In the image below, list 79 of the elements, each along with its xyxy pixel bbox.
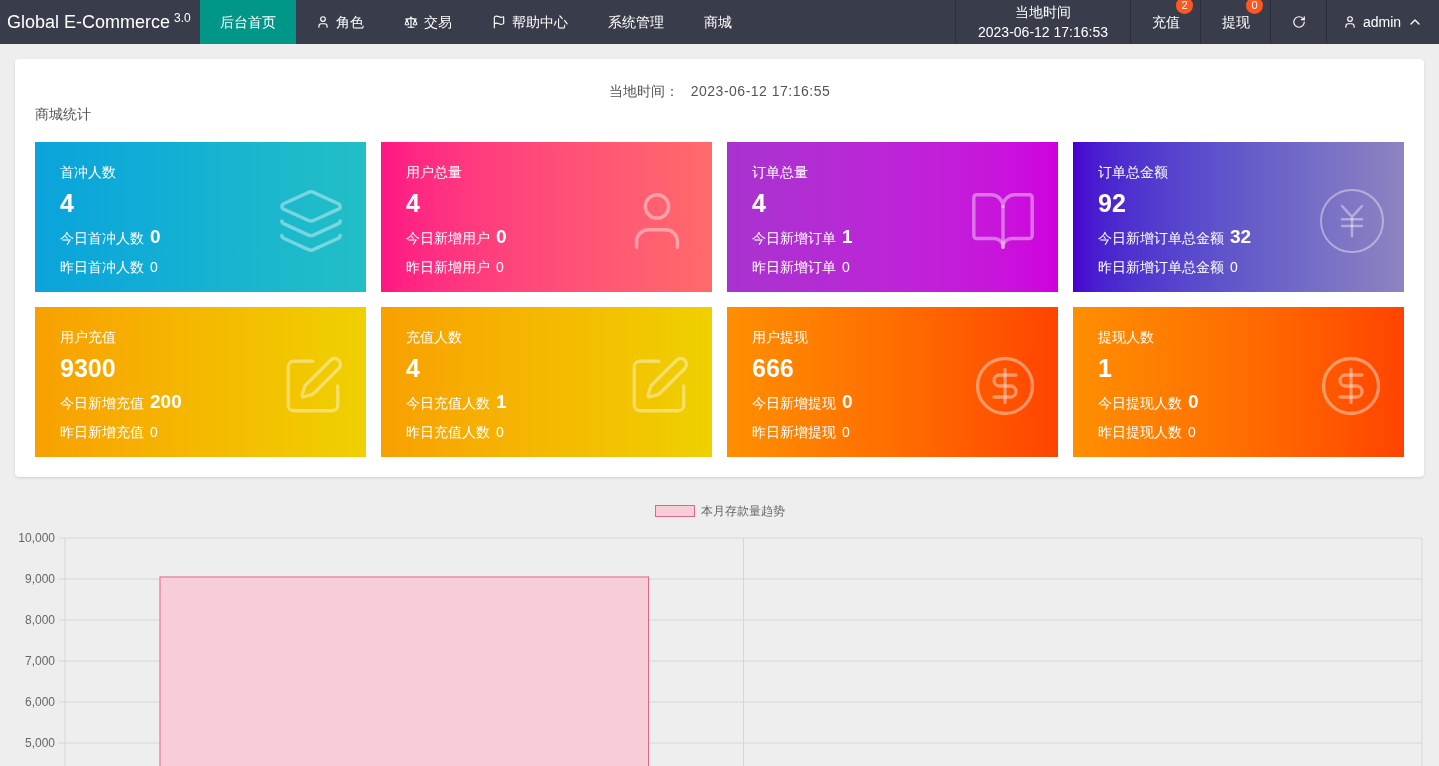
legend-label: 本月存款量趋势 — [700, 503, 785, 520]
yesterday-value: 0 — [1230, 257, 1238, 277]
yesterday-label: 昨日新增订单总金额 — [1098, 257, 1224, 277]
header-action[interactable]: 充值 2 — [1130, 0, 1200, 44]
yesterday-label: 昨日提现人数 — [1098, 422, 1182, 442]
y-axis-label: 6,000 — [24, 695, 55, 709]
today-value: 0 — [1188, 390, 1199, 414]
today-label: 今日新增订单 — [752, 229, 836, 248]
card-value: 4 — [406, 353, 421, 384]
yesterday-label: 昨日首冲人数 — [60, 257, 144, 277]
today-value: 0 — [496, 225, 507, 249]
today-value: 1 — [496, 390, 507, 414]
y-axis-label: 10,000 — [18, 531, 55, 545]
yesterday-label: 昨日新增充值 — [60, 422, 144, 442]
card-value: 4 — [752, 188, 767, 219]
header-action[interactable]: 提现 0 — [1200, 0, 1270, 44]
yesterday-label: 昨日新增提现 — [752, 422, 836, 442]
yesterday-value: 0 — [1188, 422, 1196, 442]
y-axis-label: 7,000 — [24, 654, 55, 668]
y-axis-label: 8,000 — [24, 613, 55, 627]
yesterday-value: 0 — [842, 257, 850, 277]
yesterday-value: 0 — [150, 422, 158, 442]
nav-tab[interactable]: 商城 — [684, 0, 752, 44]
card-title: 用户提现 — [752, 328, 809, 347]
today-value: 0 — [842, 390, 853, 414]
nav-tab[interactable]: 角色 — [296, 0, 384, 44]
yesterday-value: 0 — [496, 257, 504, 277]
flag-icon — [492, 15, 506, 29]
card-value: 92 — [1098, 188, 1127, 219]
scale-icon — [404, 15, 418, 29]
card-title: 订单总量 — [752, 163, 809, 182]
card-title: 充值人数 — [406, 328, 463, 347]
y-axis-label: 9,000 — [24, 572, 55, 586]
nav-tab[interactable]: 系统管理 — [588, 0, 684, 44]
yesterday-value: 0 — [842, 422, 850, 442]
card-value: 666 — [752, 353, 795, 384]
clock-time: 2023-06-12 17:16:53 — [978, 23, 1108, 42]
count-badge: 2 — [1176, 0, 1193, 14]
card-value: 4 — [60, 188, 75, 219]
card-title: 提现人数 — [1098, 328, 1155, 347]
section-title: 商城统计 — [35, 105, 92, 124]
card-value: 9300 — [60, 353, 117, 384]
today-label: 今日新增用户 — [406, 229, 490, 248]
today-value: 0 — [150, 225, 161, 249]
nav-tab[interactable]: 帮助中心 — [472, 0, 588, 44]
card-value: 4 — [406, 188, 421, 219]
yesterday-value: 0 — [496, 422, 504, 442]
count-badge: 0 — [1246, 0, 1263, 14]
y-axis-label: 5,000 — [24, 736, 55, 750]
card-title: 用户充值 — [60, 328, 117, 347]
yesterday-label: 昨日新增用户 — [406, 257, 490, 277]
today-value: 200 — [150, 390, 182, 414]
user-menu[interactable]: admin — [1326, 0, 1439, 44]
yesterday-label: 昨日新增订单 — [752, 257, 836, 277]
today-label: 今日新增充值 — [60, 394, 144, 413]
user-icon — [1342, 15, 1357, 29]
today-label: 今日首冲人数 — [60, 229, 144, 248]
refresh-icon — [1291, 15, 1306, 29]
local-time-label: 当地时间： — [608, 82, 679, 101]
today-label: 今日新增订单总金额 — [1098, 229, 1224, 248]
local-time: 2023-06-12 17:16:55 — [690, 82, 831, 101]
clock-label: 当地时间 — [1015, 3, 1071, 22]
today-label: 今日充值人数 — [406, 394, 490, 413]
card-title: 首冲人数 — [60, 163, 117, 182]
yen-icon — [1320, 189, 1384, 253]
yesterday-label: 昨日充值人数 — [406, 422, 490, 442]
today-label: 今日新增提现 — [752, 394, 836, 413]
nav-tab[interactable]: 交易 — [384, 0, 472, 44]
today-value: 32 — [1230, 225, 1252, 249]
card-title: 用户总量 — [406, 163, 463, 182]
card-title: 订单总金额 — [1098, 163, 1169, 182]
today-label: 今日提现人数 — [1098, 394, 1182, 413]
today-value: 1 — [842, 225, 853, 249]
card-value: 1 — [1098, 353, 1113, 384]
user-icon — [316, 15, 330, 29]
yesterday-value: 0 — [150, 257, 158, 277]
nav-tab[interactable]: 后台首页 — [200, 0, 296, 44]
app-logo: Global E-Commerce $^{3.0}$ — [7, 9, 191, 34]
legend-swatch — [654, 505, 695, 517]
